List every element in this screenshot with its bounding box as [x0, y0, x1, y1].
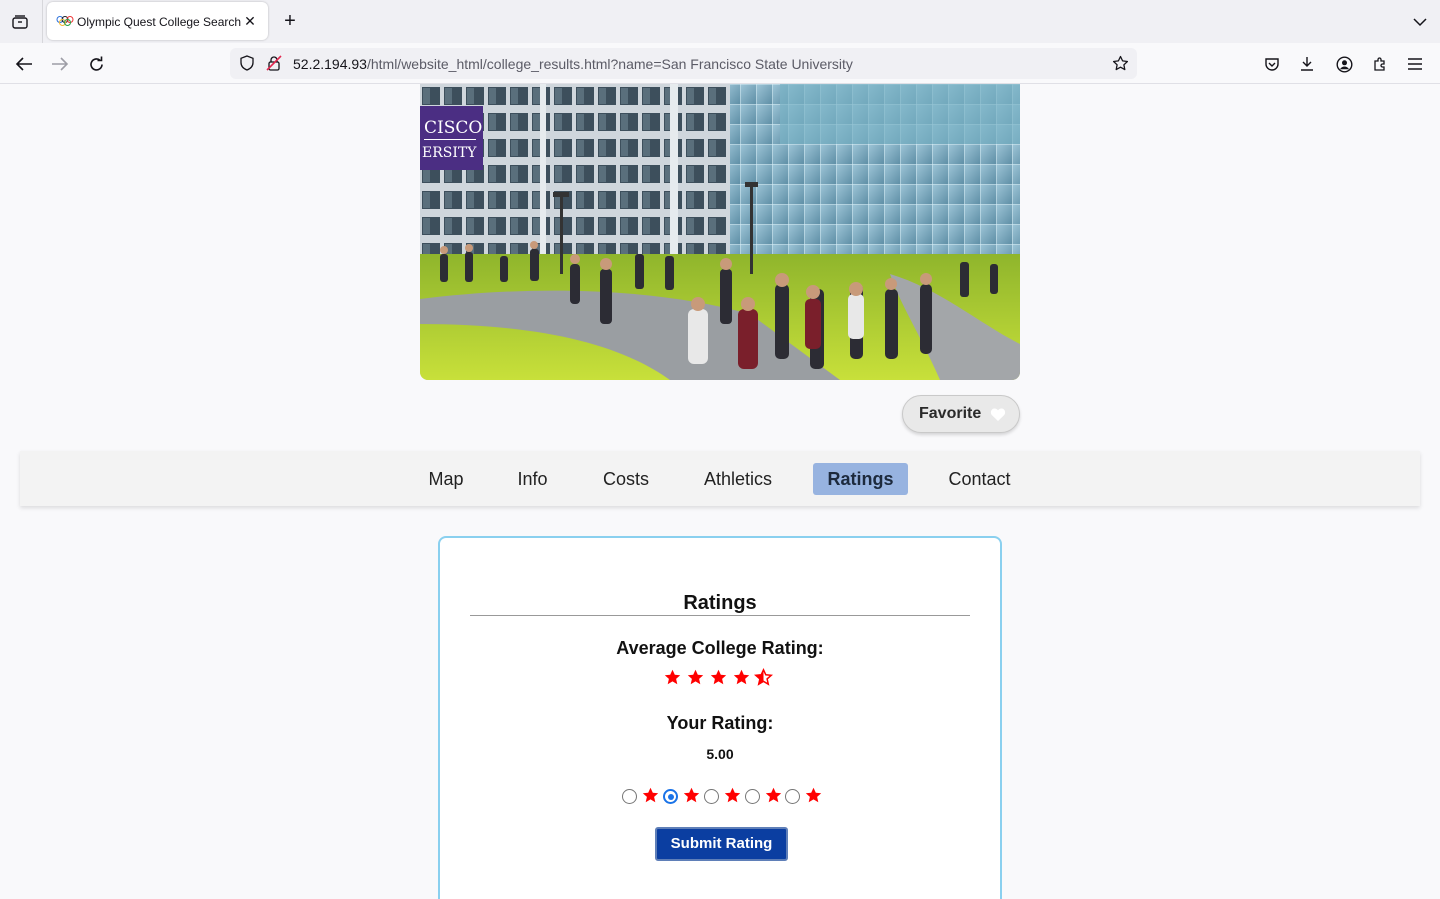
download-icon[interactable] — [1298, 55, 1316, 73]
campus-hero-image: CISCO ERSITY — [420, 84, 1020, 380]
star-icon — [642, 787, 659, 803]
close-icon[interactable]: ✕ — [243, 14, 257, 28]
star-icon — [724, 787, 741, 803]
star-icon — [733, 669, 750, 685]
tab-list-icon[interactable] — [8, 11, 32, 33]
rating-radio-5[interactable] — [785, 789, 800, 804]
rating-radio-3[interactable] — [704, 789, 719, 804]
half-star-icon — [755, 669, 772, 685]
tab-athletics[interactable]: Athletics — [696, 463, 780, 495]
shield-icon[interactable] — [239, 55, 255, 71]
menu-icon[interactable] — [1406, 55, 1424, 73]
star-icon — [710, 669, 727, 685]
tab-divider — [42, 0, 43, 43]
your-rating-label: Your Rating: — [666, 713, 774, 733]
banner-line-1: CISCO — [424, 118, 482, 138]
browser-tab-strip: Olympic Quest College Search ✕ + — [0, 0, 1440, 43]
favorite-button[interactable]: Favorite — [902, 395, 1020, 433]
reload-icon[interactable] — [84, 52, 108, 76]
campus-photo: CISCO ERSITY — [420, 84, 1020, 380]
ratings-title: Ratings — [683, 592, 757, 614]
divider — [470, 615, 970, 616]
olympic-rings-icon — [56, 16, 74, 26]
star-icon — [687, 669, 704, 685]
extensions-icon[interactable] — [1371, 55, 1389, 73]
tab-costs[interactable]: Costs — [593, 463, 659, 495]
star-icon — [765, 787, 782, 803]
account-icon[interactable] — [1335, 55, 1353, 73]
rating-radio-1[interactable] — [622, 789, 637, 804]
star-icon — [683, 787, 700, 803]
url-path: /html/website_html/college_results.html?… — [366, 56, 853, 72]
tab-map[interactable]: Map — [420, 463, 472, 495]
tab-contact[interactable]: Contact — [940, 463, 1019, 495]
forward-arrow-icon[interactable] — [48, 52, 72, 76]
your-rating-value: 5.00 — [706, 746, 734, 762]
tab-title: Olympic Quest College Search — [77, 15, 242, 29]
average-rating-stars — [664, 669, 772, 685]
url-bar[interactable]: 52.2.194.93/html/website_html/college_re… — [230, 48, 1137, 79]
ratings-card: Ratings Average College Rating: Your Rat… — [438, 536, 1002, 899]
heart-icon — [990, 408, 1006, 421]
favorite-label: Favorite — [919, 405, 982, 422]
star-icon — [664, 669, 681, 685]
tab-info[interactable]: Info — [510, 463, 555, 495]
average-rating-label: Average College Rating: — [616, 638, 824, 658]
chevron-down-icon[interactable] — [1410, 12, 1430, 32]
submit-rating-button[interactable]: Submit Rating — [655, 827, 788, 861]
rating-radio-2[interactable] — [663, 789, 678, 804]
back-arrow-icon[interactable] — [12, 52, 36, 76]
tab-ratings[interactable]: Ratings — [813, 463, 908, 495]
pocket-icon[interactable] — [1263, 55, 1281, 73]
insecure-lock-icon[interactable] — [266, 55, 282, 71]
banner-line-2: ERSITY — [422, 145, 477, 161]
star-icon — [805, 787, 822, 803]
url-host: 52.2.194.93 — [293, 56, 367, 72]
browser-tab[interactable]: Olympic Quest College Search ✕ — [47, 2, 268, 40]
star-icon[interactable] — [1112, 55, 1129, 72]
rating-radio-4[interactable] — [745, 789, 760, 804]
section-tabs: Map Info Costs Athletics Ratings Contact — [20, 451, 1420, 506]
browser-toolbar: 52.2.194.93/html/website_html/college_re… — [0, 43, 1440, 84]
plus-icon[interactable]: + — [280, 11, 300, 31]
rating-options — [622, 786, 832, 806]
url-text: 52.2.194.93/html/website_html/college_re… — [293, 56, 853, 72]
